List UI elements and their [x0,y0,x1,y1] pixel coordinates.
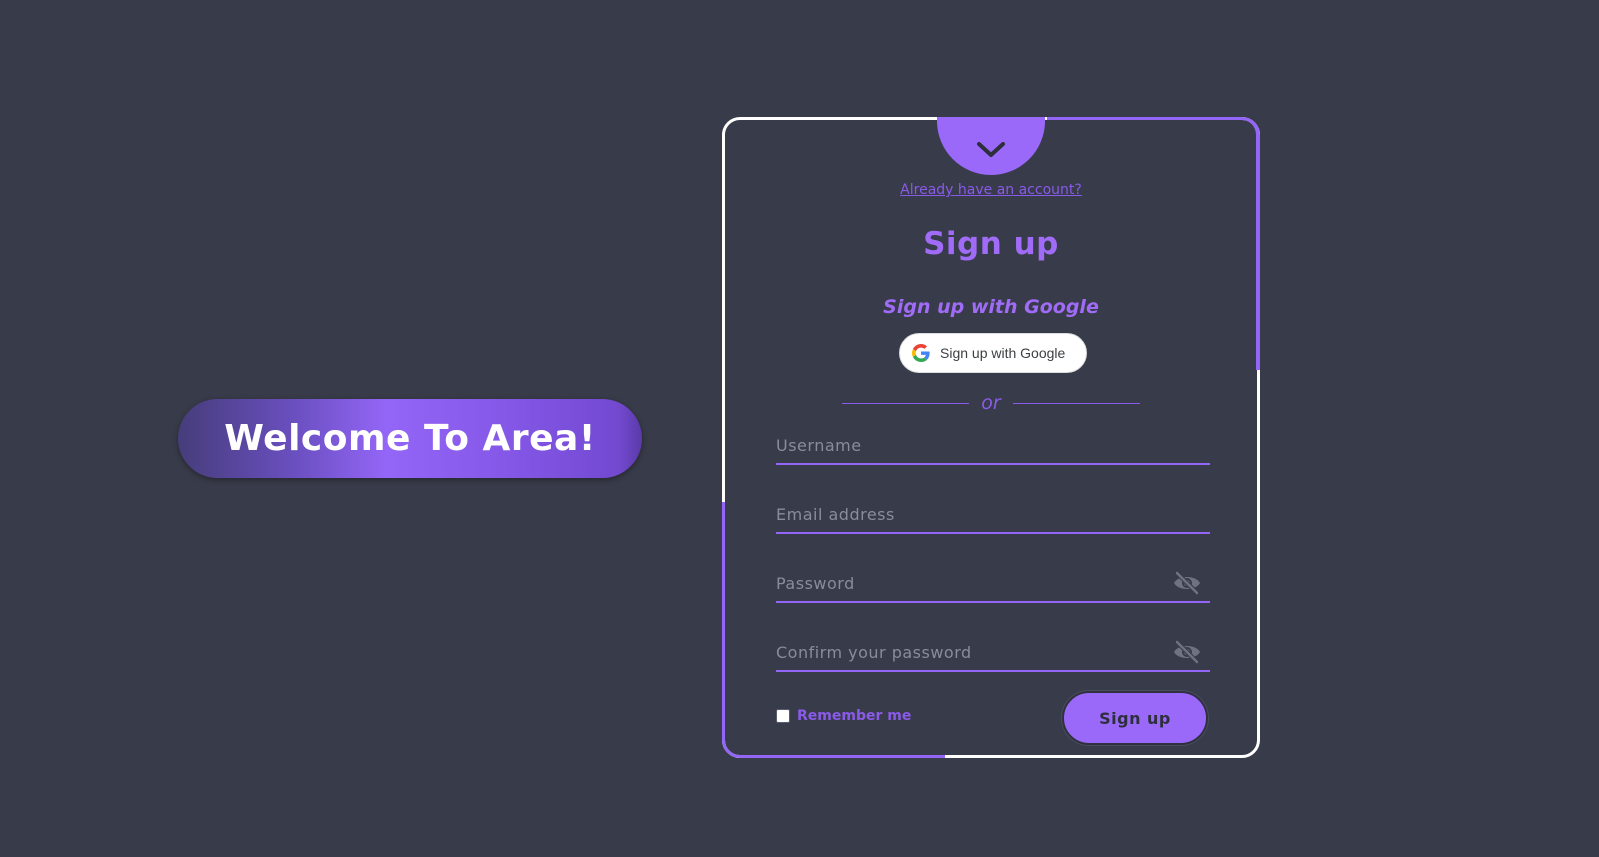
password-field-wrapper [776,565,1210,603]
remember-me[interactable]: Remember me [776,708,911,724]
remember-me-checkbox[interactable] [776,709,790,723]
signup-card: Already have an account? Sign up Sign up… [722,117,1260,758]
google-signup-button-label: Sign up with Google [940,345,1066,361]
already-have-account-link[interactable]: Already have an account? [725,182,1257,198]
remember-me-label[interactable]: Remember me [797,708,911,724]
eye-off-icon[interactable] [1172,570,1202,596]
welcome-banner: Welcome To Area! [178,399,642,478]
confirm-password-field-wrapper [776,634,1210,672]
divider-line-right [1012,402,1140,404]
form-toggle-button[interactable] [937,117,1045,175]
google-signup-heading: Sign up with Google [883,296,1099,318]
email-input[interactable] [776,496,1210,532]
welcome-title: Welcome To Area! [224,418,596,459]
email-field-wrapper [776,496,1210,534]
username-field-wrapper [776,427,1210,465]
page-title: Sign up [923,226,1059,262]
signup-submit-button[interactable]: Sign up [1062,691,1208,745]
confirm-password-input[interactable] [776,634,1210,670]
google-logo-icon [912,344,930,362]
username-input[interactable] [776,427,1210,463]
eye-off-icon[interactable] [1172,639,1202,665]
password-input[interactable] [776,565,1210,601]
or-divider: or [842,392,1140,414]
divider-line-left [842,402,970,404]
chevron-down-icon [977,142,1005,157]
google-signup-button[interactable]: Sign up with Google [899,333,1087,373]
divider-or-text: or [981,392,1001,414]
